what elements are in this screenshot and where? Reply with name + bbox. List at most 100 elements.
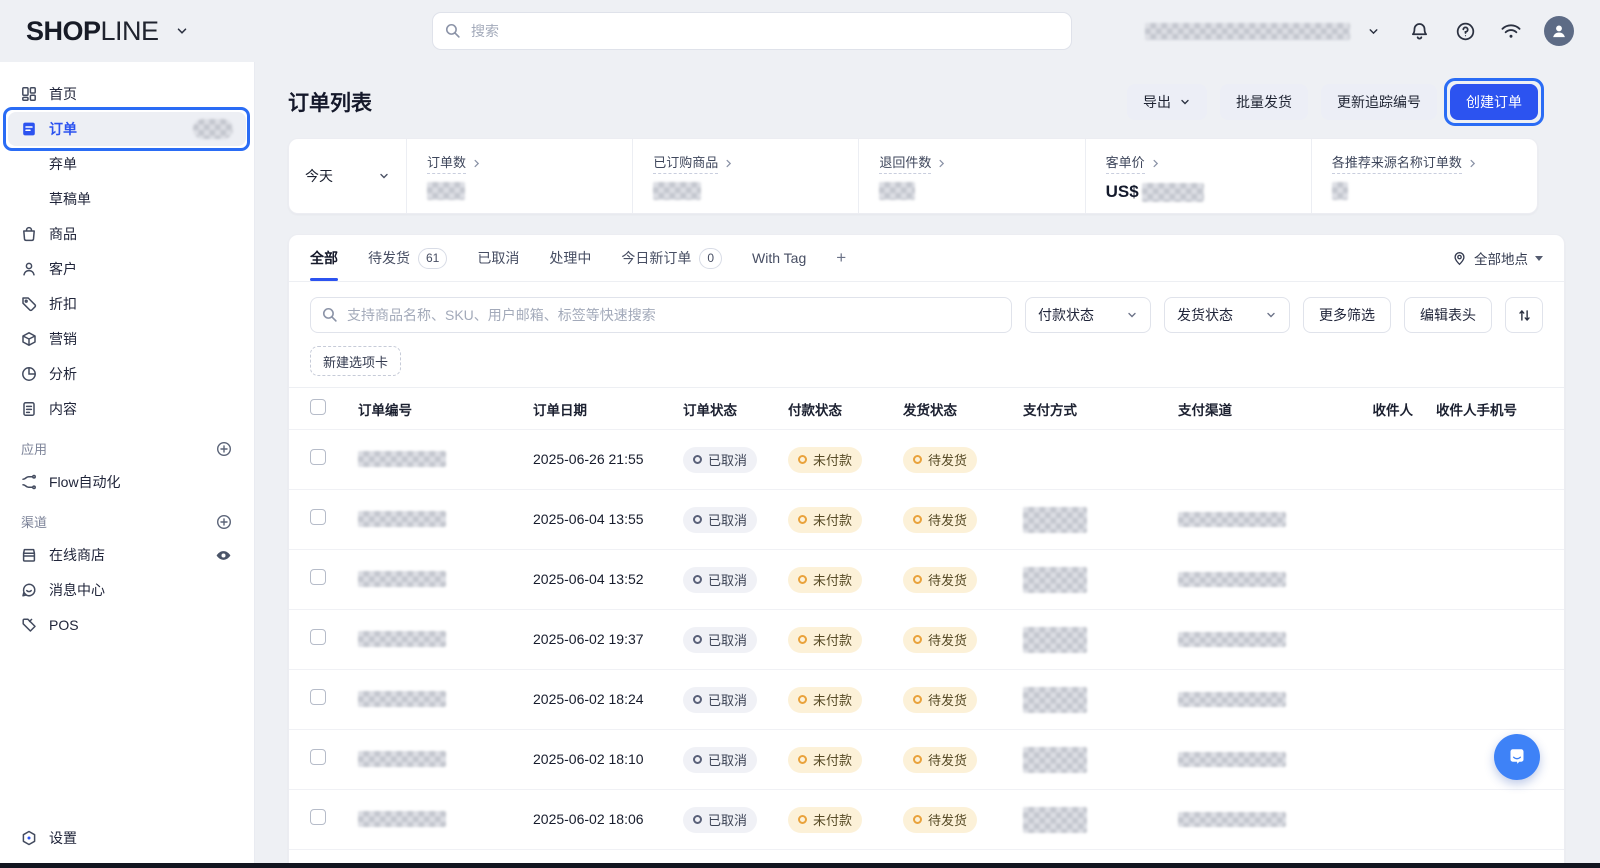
select-all-checkbox[interactable] xyxy=(310,399,326,415)
sidebar-item-content[interactable]: 内容 xyxy=(8,392,246,426)
row-checkbox[interactable] xyxy=(310,449,326,465)
table-row[interactable]: 2025-06-26 21:55 已取消 未付款 待发货 xyxy=(289,429,1564,489)
date-range-select[interactable]: 今天 xyxy=(289,139,407,213)
add-tab-button[interactable]: + xyxy=(836,248,846,268)
metric-items-ordered: 已订购商品 xyxy=(633,139,859,213)
order-number-redacted[interactable] xyxy=(358,811,446,827)
network-wifi-icon[interactable] xyxy=(1498,18,1524,44)
sidebar-item-analytics[interactable]: 分析 xyxy=(8,357,246,391)
sidebar-item-abandoned-orders[interactable]: 弃单 xyxy=(8,147,246,181)
new-view-tab-button[interactable]: 新建选项卡 xyxy=(310,346,401,376)
add-app-button[interactable] xyxy=(215,440,233,458)
order-number-redacted[interactable] xyxy=(358,631,446,647)
sidebar-item-customers[interactable]: 客户 xyxy=(8,252,246,286)
metric-link[interactable]: 订单数 xyxy=(427,152,482,174)
metric-aov: 客单价 US$ xyxy=(1086,139,1312,213)
tab-to-ship[interactable]: 待发货61 xyxy=(368,235,447,281)
col-fulfillment-status[interactable]: 发货状态 xyxy=(903,399,1023,419)
export-button[interactable]: 导出 xyxy=(1127,84,1207,120)
sidebar-section-channels: 渠道 xyxy=(21,512,47,531)
filter-bar: 付款状态 发货状态 更多筛选 编辑表头 xyxy=(289,282,1564,333)
order-number-redacted[interactable] xyxy=(358,691,446,707)
order-number-redacted[interactable] xyxy=(358,571,446,587)
sidebar-item-message-center[interactable]: 消息中心 xyxy=(8,573,246,607)
sidebar-item-products[interactable]: 商品 xyxy=(8,217,246,251)
row-checkbox[interactable] xyxy=(310,509,326,525)
add-channel-button[interactable] xyxy=(215,513,233,531)
home-icon xyxy=(21,86,38,102)
edit-columns-button[interactable]: 编辑表头 xyxy=(1404,297,1492,333)
status-dot-icon xyxy=(693,575,702,584)
more-filters-button[interactable]: 更多筛选 xyxy=(1303,297,1391,333)
update-tracking-button[interactable]: 更新追踪编号 xyxy=(1321,84,1437,120)
help-icon[interactable] xyxy=(1452,18,1478,44)
table-row[interactable]: 2025-06-04 13:52 已取消 未付款 待发货 xyxy=(289,549,1564,609)
orders-icon xyxy=(21,121,38,137)
bottom-window-edge xyxy=(0,863,1600,868)
sidebar-item-orders[interactable]: 订单 xyxy=(8,112,246,146)
metric-link[interactable]: 退回件数 xyxy=(879,152,947,174)
user-avatar[interactable] xyxy=(1544,16,1574,46)
bulk-ship-button[interactable]: 批量发货 xyxy=(1220,84,1308,120)
location-filter[interactable]: 全部地点 xyxy=(1452,248,1543,268)
tab-with-tag[interactable]: With Tag xyxy=(752,235,806,281)
metric-order-count: 订单数 xyxy=(407,139,633,213)
customers-person-icon xyxy=(21,261,38,277)
col-order-status[interactable]: 订单状态 xyxy=(683,399,788,419)
location-pin-icon xyxy=(1452,251,1467,266)
col-recipient[interactable]: 收件人 xyxy=(1333,399,1413,419)
col-payment-method[interactable]: 支付方式 xyxy=(1023,399,1178,419)
row-checkbox[interactable] xyxy=(310,629,326,645)
sidebar-item-online-store[interactable]: 在线商店 xyxy=(8,538,246,572)
sort-button[interactable] xyxy=(1505,297,1543,333)
fulfillment-status-select[interactable]: 发货状态 xyxy=(1164,297,1290,333)
sidebar-item-draft-orders[interactable]: 草稿单 xyxy=(8,182,246,216)
col-order-number[interactable]: 订单编号 xyxy=(358,399,533,419)
sidebar-item-flow-automation[interactable]: Flow自动化 xyxy=(8,465,246,499)
table-row[interactable]: 2025-06-04 13:55 已取消 未付款 待发货 xyxy=(289,489,1564,549)
table-row[interactable]: 2025-06-02 18:24 已取消 未付款 待发货 xyxy=(289,669,1564,729)
tab-processing[interactable]: 处理中 xyxy=(549,235,591,281)
order-number-redacted[interactable] xyxy=(358,451,446,467)
sidebar-item-marketing[interactable]: 营销 xyxy=(8,322,246,356)
sidebar-item-home[interactable]: 首页 xyxy=(8,77,246,111)
col-order-date[interactable]: 订单日期 xyxy=(533,399,683,419)
col-payment-status[interactable]: 付款状态 xyxy=(788,399,903,419)
row-checkbox[interactable] xyxy=(310,689,326,705)
table-row[interactable]: 2025-06-02 18:06 已取消 未付款 待发货 xyxy=(289,789,1564,849)
tab-cancelled[interactable]: 已取消 xyxy=(477,235,519,281)
order-number-redacted[interactable] xyxy=(358,511,446,527)
table-row[interactable]: 2025-06-02 19:37 已取消 未付款 待发货 xyxy=(289,609,1564,669)
notifications-bell-icon[interactable] xyxy=(1406,18,1432,44)
chat-support-button[interactable] xyxy=(1494,734,1540,780)
tab-all[interactable]: 全部 xyxy=(310,235,338,281)
col-recipient-phone[interactable]: 收件人手机号 xyxy=(1413,399,1543,419)
discount-tag-icon xyxy=(21,296,38,312)
logo-chevron-down-icon[interactable] xyxy=(169,18,195,44)
view-store-eye-icon[interactable] xyxy=(213,545,233,565)
tab-new-today[interactable]: 今日新订单0 xyxy=(621,235,722,281)
sidebar-item-pos[interactable]: POS xyxy=(8,608,246,642)
metric-returns: 退回件数 xyxy=(859,139,1085,213)
row-checkbox[interactable] xyxy=(310,749,326,765)
order-number-redacted[interactable] xyxy=(358,751,446,767)
sidebar-item-discounts[interactable]: 折扣 xyxy=(8,287,246,321)
status-dot-icon xyxy=(913,515,922,524)
payment-channel-redacted xyxy=(1178,632,1286,647)
store-chevron-down-icon[interactable] xyxy=(1360,18,1386,44)
create-order-button[interactable]: 创建订单 xyxy=(1450,84,1538,120)
payment-method-redacted xyxy=(1023,567,1087,593)
col-payment-channel[interactable]: 支付渠道 xyxy=(1178,399,1333,419)
metric-link[interactable]: 已订购商品 xyxy=(653,152,734,174)
shopline-logo: SHOPLINE xyxy=(26,16,159,47)
order-search-input[interactable] xyxy=(310,297,1012,333)
payment-status-select[interactable]: 付款状态 xyxy=(1025,297,1151,333)
sidebar-item-settings[interactable]: 设置 xyxy=(8,821,246,855)
status-dot-icon xyxy=(913,755,922,764)
row-checkbox[interactable] xyxy=(310,569,326,585)
global-search-input[interactable] xyxy=(432,12,1072,50)
metric-link[interactable]: 各推荐来源名称订单数 xyxy=(1332,152,1478,174)
row-checkbox[interactable] xyxy=(310,809,326,825)
table-row[interactable]: 2025-06-02 18:10 已取消 未付款 待发货 xyxy=(289,729,1564,789)
metric-link[interactable]: 客单价 xyxy=(1106,152,1161,174)
